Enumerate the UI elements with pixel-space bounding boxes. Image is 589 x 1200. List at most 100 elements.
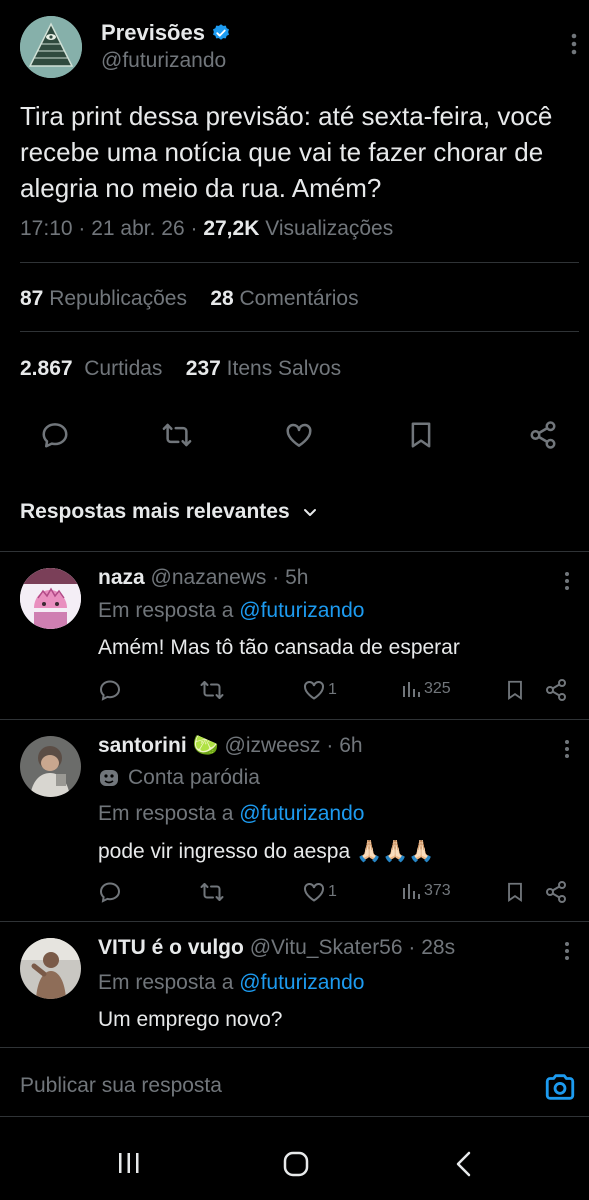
lime-emoji: 🍋‍🟩 bbox=[192, 734, 219, 757]
bookmark-icon[interactable] bbox=[504, 880, 526, 904]
comments-stat[interactable]: 28 Comentários bbox=[210, 287, 358, 310]
reposts-stat[interactable]: 87 Republicações bbox=[20, 287, 187, 310]
reply-author-handle[interactable]: @nazanews bbox=[151, 566, 267, 589]
likes-count: 2.867 bbox=[20, 357, 73, 380]
views-count: 325 bbox=[424, 680, 451, 697]
author-name[interactable]: Previsões bbox=[101, 20, 231, 46]
repost-icon[interactable] bbox=[200, 678, 224, 702]
reply-avatar[interactable] bbox=[20, 568, 81, 629]
reply-author-name[interactable]: santorini bbox=[98, 734, 187, 757]
divider bbox=[0, 1047, 589, 1048]
home-icon[interactable] bbox=[282, 1150, 310, 1178]
reply-text: Um emprego novo? bbox=[98, 1008, 283, 1031]
comments-label: Comentários bbox=[239, 287, 359, 310]
like-count: 1 bbox=[328, 681, 337, 698]
reply-icon[interactable] bbox=[98, 880, 122, 904]
like-heart-icon[interactable] bbox=[284, 420, 314, 450]
reply-prefix: Em resposta a bbox=[98, 802, 234, 825]
divider bbox=[0, 921, 589, 922]
reply-age[interactable]: 6h bbox=[339, 734, 362, 757]
reply-author-name[interactable]: naza bbox=[98, 566, 145, 589]
likes-label: Curtidas bbox=[84, 357, 163, 380]
author-avatar[interactable] bbox=[20, 16, 82, 78]
share-icon[interactable] bbox=[544, 880, 568, 904]
likes-stat[interactable]: 2.867 Curtidas bbox=[20, 357, 162, 380]
parody-text: Conta paródia bbox=[128, 766, 260, 789]
verified-badge-icon bbox=[211, 23, 231, 43]
reply-avatar[interactable] bbox=[20, 938, 81, 999]
views-label: Visualizações bbox=[265, 217, 394, 240]
like-button[interactable]: 1 bbox=[302, 678, 337, 702]
sort-label: Respostas mais relevantes bbox=[20, 500, 290, 523]
repost-icon[interactable] bbox=[200, 880, 224, 904]
share-icon[interactable] bbox=[544, 678, 568, 702]
bookmark-icon[interactable] bbox=[406, 420, 436, 450]
likes-saves-stats: 2.867 Curtidas 237 Itens Salvos bbox=[20, 357, 341, 381]
comments-count: 28 bbox=[210, 287, 234, 310]
repost-icon[interactable] bbox=[162, 420, 192, 450]
reply-context: Em resposta a @futurizando bbox=[98, 802, 364, 826]
reply-author-name[interactable]: VITU é o vulgo bbox=[98, 936, 244, 959]
more-options-icon[interactable] bbox=[563, 571, 571, 591]
reply-icon[interactable] bbox=[40, 420, 70, 450]
praying-hands-emoji: 🙏🏻🙏🏻🙏🏻 bbox=[356, 840, 435, 863]
tweet-action-bar bbox=[40, 420, 558, 450]
camera-icon[interactable] bbox=[543, 1070, 577, 1104]
reply-prefix: Em resposta a bbox=[98, 599, 234, 622]
reply-header: naza @nazanews · 5h bbox=[98, 566, 309, 589]
reply-action-bar: 1 325 bbox=[98, 678, 568, 704]
reply-to-mention[interactable]: @futurizando bbox=[239, 599, 364, 622]
share-icon[interactable] bbox=[528, 420, 558, 450]
reply-context: Em resposta a @futurizando bbox=[98, 971, 364, 995]
divider bbox=[0, 551, 589, 552]
reply-to-mention[interactable]: @futurizando bbox=[239, 802, 364, 825]
saves-count: 237 bbox=[185, 357, 221, 380]
saves-label: Itens Salvos bbox=[226, 357, 342, 380]
parody-label: Conta paródia bbox=[98, 766, 260, 790]
divider bbox=[20, 331, 579, 332]
tweet-meta: 17:10 · 21 abr. 26 · 27,2K Visualizações bbox=[20, 217, 394, 240]
reply-text-body: pode vir ingresso do aespa bbox=[98, 840, 351, 863]
tweet-date[interactable]: 21 abr. 26 bbox=[91, 217, 184, 240]
replies-sort-dropdown[interactable]: Respostas mais relevantes bbox=[20, 500, 318, 524]
author-handle[interactable]: @futurizando bbox=[101, 49, 226, 73]
reply-avatar[interactable] bbox=[20, 736, 81, 797]
reposts-count: 87 bbox=[20, 287, 44, 310]
reply-age[interactable]: 5h bbox=[285, 566, 308, 589]
reply-text: pode vir ingresso do aespa 🙏🏻🙏🏻🙏🏻 bbox=[98, 840, 434, 864]
tweet-time[interactable]: 17:10 bbox=[20, 217, 73, 240]
reply-author-handle[interactable]: @izweesz bbox=[225, 734, 321, 757]
reply-context: Em resposta a @futurizando bbox=[98, 599, 364, 623]
bookmark-icon[interactable] bbox=[504, 678, 526, 702]
reply-header: VITU é o vulgo @Vitu_Skater56 · 28s bbox=[98, 936, 456, 959]
views-bars-icon bbox=[400, 678, 422, 700]
reposts-label: Republicações bbox=[49, 287, 187, 310]
views-button[interactable]: 373 bbox=[400, 880, 451, 902]
back-icon[interactable] bbox=[453, 1150, 475, 1178]
reply-prefix: Em resposta a bbox=[98, 971, 234, 994]
more-options-icon[interactable] bbox=[563, 941, 571, 961]
divider bbox=[20, 262, 579, 263]
divider bbox=[0, 719, 589, 720]
saves-stat[interactable]: 237 Itens Salvos bbox=[186, 357, 341, 380]
like-heart-icon bbox=[302, 678, 326, 702]
reply-icon[interactable] bbox=[98, 678, 122, 702]
divider bbox=[0, 1116, 589, 1117]
views-button[interactable]: 325 bbox=[400, 678, 451, 700]
like-button[interactable]: 1 bbox=[302, 880, 337, 904]
reply-to-mention[interactable]: @futurizando bbox=[239, 971, 364, 994]
theater-masks-icon bbox=[98, 767, 120, 789]
recent-apps-icon[interactable] bbox=[116, 1150, 142, 1176]
reply-text: Amém! Mas tô tão cansada de esperar bbox=[98, 636, 460, 659]
reply-header: santorini 🍋‍🟩 @izweesz · 6h bbox=[98, 734, 363, 757]
views-bars-icon bbox=[400, 880, 422, 902]
more-options-icon[interactable] bbox=[569, 32, 579, 56]
reposts-comments-stats: 87 Republicações 28 Comentários bbox=[20, 287, 359, 311]
reply-compose-input[interactable]: Publicar sua resposta bbox=[20, 1074, 222, 1098]
like-heart-icon bbox=[302, 880, 326, 904]
like-count: 1 bbox=[328, 883, 337, 900]
author-display-name[interactable]: Previsões bbox=[101, 20, 205, 46]
more-options-icon[interactable] bbox=[563, 739, 571, 759]
reply-author-handle[interactable]: @Vitu_Skater56 bbox=[250, 936, 403, 959]
reply-age[interactable]: 28s bbox=[421, 936, 455, 959]
